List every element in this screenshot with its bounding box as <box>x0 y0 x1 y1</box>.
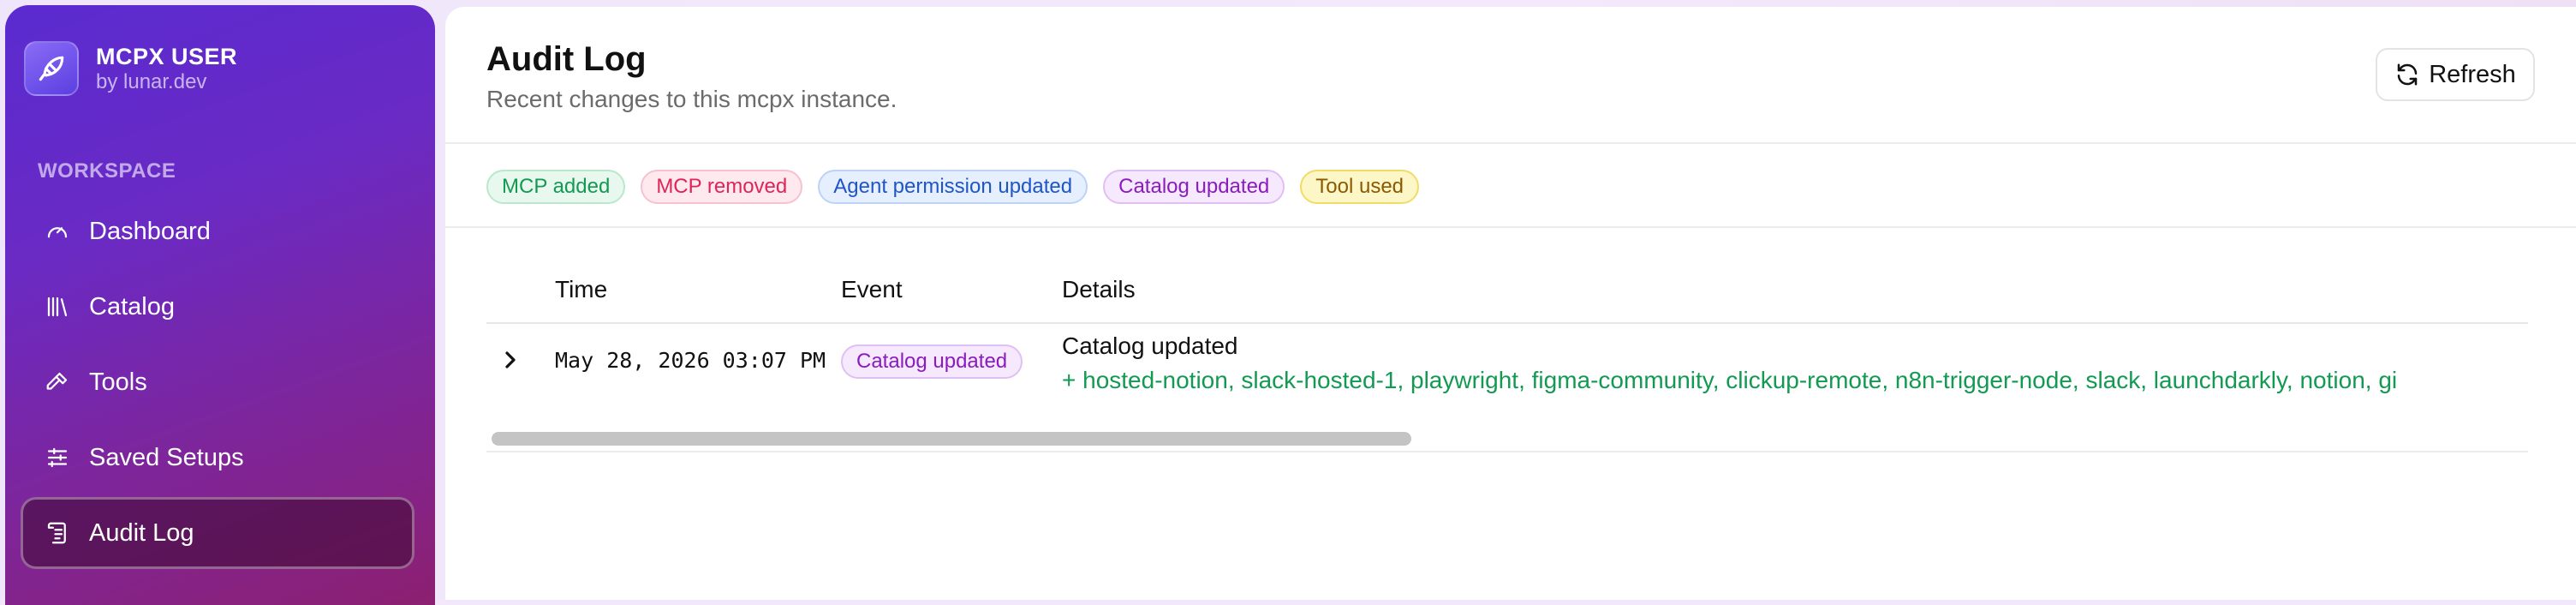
brand-subtitle: by lunar.dev <box>96 70 207 93</box>
section-label-workspace: WORKSPACE <box>38 159 176 183</box>
sidebar-item-label: Catalog <box>89 292 175 320</box>
brand[interactable]: MCPX USER by lunar.dev <box>24 41 237 96</box>
row-details-title: Catalog updated <box>1062 332 1238 359</box>
sidebar-item-saved-setups[interactable]: Saved Setups <box>21 422 414 494</box>
refresh-label: Refresh <box>2429 60 2516 88</box>
horizontal-scrollbar[interactable] <box>486 428 2528 452</box>
feather-logo-icon <box>24 41 79 96</box>
sidebar-item-label: Tools <box>89 368 147 396</box>
filter-chip-mcp-added[interactable]: MCP added <box>486 170 626 204</box>
refresh-button[interactable]: Refresh <box>2376 48 2535 101</box>
column-header-time[interactable]: Time <box>555 276 607 303</box>
filter-chip-catalog-updated[interactable]: Catalog updated <box>1103 170 1285 204</box>
sidebar-item-label: Saved Setups <box>89 443 244 471</box>
sidebar-item-audit-log[interactable]: Audit Log <box>21 497 414 569</box>
audit-log-table: Time Event Details May 28, 2026 03:07 PM… <box>486 257 2528 454</box>
sidebar-nav: Dashboard Catalog Tools Saved Setups Aud… <box>21 195 414 572</box>
event-filter-chips: MCP added MCP removed Agent permission u… <box>486 170 1420 204</box>
library-icon <box>45 294 70 320</box>
filter-chip-agent-permission-updated[interactable]: Agent permission updated <box>818 170 1088 204</box>
sidebar-item-label: Audit Log <box>89 518 194 547</box>
refresh-icon <box>2394 62 2420 87</box>
page-subtitle: Recent changes to this mcpx instance. <box>486 86 897 112</box>
hammer-icon <box>45 369 70 395</box>
page-header: Audit Log Recent changes to this mcpx in… <box>486 38 897 113</box>
sidebar-item-catalog[interactable]: Catalog <box>21 271 414 343</box>
filter-chip-mcp-removed[interactable]: MCP removed <box>641 170 803 204</box>
table-row[interactable]: May 28, 2026 03:07 PM Catalog updated Ca… <box>486 326 2528 394</box>
table-header: Time Event Details <box>486 257 2528 324</box>
page-title: Audit Log <box>486 40 647 78</box>
gauge-icon <box>45 219 70 244</box>
sidebar-item-label: Dashboard <box>89 217 211 245</box>
sliders-icon <box>45 445 70 470</box>
chevron-right-icon[interactable] <box>502 350 519 370</box>
row-event-badge: Catalog updated <box>841 344 1023 379</box>
row-details-added: + hosted-notion, slack-hosted-1, playwri… <box>1062 367 2398 393</box>
app-frame: MCPX USER by lunar.dev WORKSPACE Dashboa… <box>0 0 2576 605</box>
column-header-event[interactable]: Event <box>841 276 903 303</box>
brand-title: MCPX USER <box>96 44 238 69</box>
filter-chip-tool-used[interactable]: Tool used <box>1300 170 1420 204</box>
filters-divider <box>445 226 2576 228</box>
sidebar-item-tools[interactable]: Tools <box>21 346 414 418</box>
scrollbar-thumb[interactable] <box>492 432 1411 446</box>
sidebar-item-dashboard[interactable]: Dashboard <box>21 195 414 267</box>
column-header-details[interactable]: Details <box>1062 276 1136 303</box>
scroll-icon <box>45 520 70 546</box>
main-panel: Audit Log Recent changes to this mcpx in… <box>445 7 2576 600</box>
row-time: May 28, 2026 03:07 PM <box>555 348 826 373</box>
header-divider <box>445 142 2576 144</box>
sidebar: MCPX USER by lunar.dev WORKSPACE Dashboa… <box>5 5 435 605</box>
